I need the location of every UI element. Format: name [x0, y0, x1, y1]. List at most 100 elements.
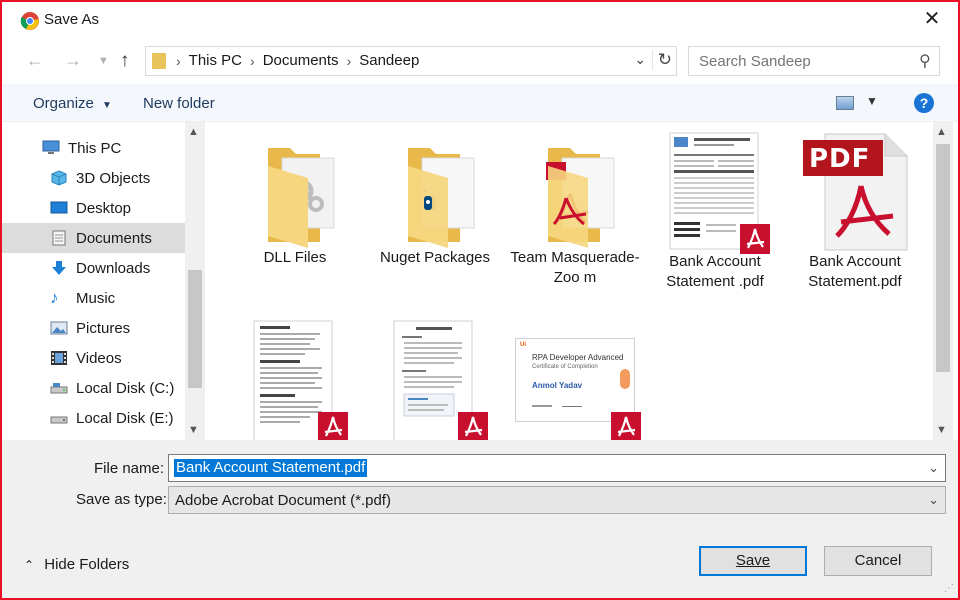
file-item[interactable]: Ui RPA Developer Advanced Certificate of… — [510, 320, 641, 440]
file-name: Bank Account Statement.pdf — [808, 253, 902, 290]
forward-arrow-icon[interactable]: → — [64, 50, 82, 71]
certificate-title: RPA Developer Advanced — [532, 353, 624, 362]
breadcrumb-documents[interactable]: Documents — [263, 52, 339, 69]
pdf-thumbnail — [248, 320, 348, 440]
pdf-file-icon: PDF — [797, 132, 913, 252]
file-list: DLL Files Nuget Packages Team Masquerade… — [207, 122, 933, 440]
sidebar-item-videos[interactable]: Videos — [2, 343, 185, 373]
save-type-select[interactable]: Adobe Acrobat Document (*.pdf) ⌄ — [168, 486, 946, 514]
documents-icon — [50, 230, 68, 246]
search-icon[interactable]: ⚲ — [919, 51, 931, 71]
desktop-icon — [50, 200, 68, 216]
file-name-value: Bank Account Statement.pdf — [174, 459, 368, 477]
breadcrumb: › This PC › Documents › Sandeep — [176, 52, 420, 69]
file-item[interactable] — [230, 320, 360, 440]
file-name: DLL Files — [263, 249, 327, 266]
pdf-badge-icon — [611, 412, 641, 440]
file-name-field[interactable]: Bank Account Statement.pdf ⌄ — [168, 454, 946, 482]
pdf-badge-icon — [458, 412, 488, 440]
sidebar-item-this-pc[interactable]: This PC — [2, 133, 185, 163]
up-arrow-icon[interactable]: ↑ — [120, 50, 130, 72]
breadcrumb-sandeep[interactable]: Sandeep — [359, 52, 419, 69]
chevron-down-icon[interactable]: ▼ — [98, 55, 109, 67]
breadcrumb-this-pc[interactable]: This PC — [189, 52, 242, 69]
nav-pane-scrollbar[interactable]: ▲ ▼ — [185, 122, 205, 440]
scrollbar-thumb[interactable] — [936, 144, 950, 372]
sidebar-item-documents[interactable]: Documents — [2, 223, 185, 253]
chevron-down-icon[interactable]: ⌄ — [928, 460, 939, 476]
scroll-up-icon[interactable]: ▲ — [936, 126, 947, 138]
file-item[interactable]: PDF Bank Account Statement.pdf — [790, 132, 920, 292]
help-icon[interactable]: ? — [914, 93, 934, 113]
pdf-icon-text: PDF — [809, 144, 871, 174]
sidebar-item-label: Downloads — [76, 259, 151, 277]
save-button-label: Save — [735, 552, 771, 569]
file-item[interactable]: Bank Account Statement .pdf — [650, 132, 780, 292]
back-arrow-icon[interactable]: ← — [26, 50, 44, 71]
save-as-dialog: Save As ✕ ← → ▼ ↑ › This PC › Documents … — [0, 0, 960, 600]
folder-icon — [530, 136, 620, 248]
sidebar-item-local-disk-c[interactable]: Local Disk (C:) — [2, 373, 185, 403]
folder-item[interactable]: Nuget Packages — [370, 136, 500, 268]
file-name: Nuget Packages — [379, 249, 491, 266]
sidebar-item-downloads[interactable]: Downloads — [2, 253, 185, 283]
sidebar-item-pictures[interactable]: Pictures — [2, 313, 185, 343]
navigation-bar: ← → ▼ ↑ › This PC › Documents › Sandeep … — [2, 38, 958, 82]
sidebar-item-desktop[interactable]: Desktop — [2, 193, 185, 223]
sidebar-item-label: Music — [76, 289, 116, 307]
file-name-label: File name: — [94, 460, 165, 477]
videos-icon — [50, 350, 68, 366]
search-box: ⚲ — [688, 46, 940, 76]
sidebar-item-label: Videos — [76, 349, 122, 367]
sidebar-item-label: Local Disk (E:) — [76, 409, 174, 427]
save-type-value: Adobe Acrobat Document (*.pdf) — [175, 492, 391, 509]
sidebar-item-music[interactable]: ♪ Music — [2, 283, 185, 313]
address-dropdown-icon[interactable]: ⌄ — [634, 51, 646, 68]
chevron-down-icon: ▼ — [102, 100, 112, 111]
file-name: Bank Account Statement .pdf — [666, 253, 764, 290]
save-form: File name: Bank Account Statement.pdf ⌄ … — [2, 440, 958, 598]
save-button[interactable]: Save — [699, 546, 807, 576]
view-options-chevron-icon[interactable]: ▼ — [866, 94, 878, 108]
file-list-scrollbar[interactable]: ▲ ▼ — [933, 122, 953, 440]
disk-icon — [50, 380, 68, 396]
address-bar[interactable]: › This PC › Documents › Sandeep ⌄ ↻ — [145, 46, 677, 76]
sidebar-item-label: Documents — [76, 229, 152, 247]
folder-icon — [152, 53, 166, 69]
pdf-thumbnail: Ui RPA Developer Advanced Certificate of… — [513, 320, 641, 440]
certificate-recipient: Anmol Yadav — [532, 381, 583, 390]
change-view-icon[interactable] — [836, 96, 854, 110]
sidebar-item-local-disk-e[interactable]: Local Disk (E:) — [2, 403, 185, 433]
certificate-preview: Ui RPA Developer Advanced Certificate of… — [515, 338, 635, 422]
refresh-icon[interactable]: ↻ — [651, 50, 672, 70]
chevron-down-icon[interactable]: ⌄ — [928, 492, 939, 508]
computer-icon — [42, 140, 60, 156]
scroll-up-icon[interactable]: ▲ — [188, 126, 199, 138]
sidebar-item-3d-objects[interactable]: 3D Objects — [2, 163, 185, 193]
navigation-pane: This PC 3D Objects Desktop Documents Dow… — [2, 122, 207, 440]
resize-grip-icon[interactable]: ⋰ — [944, 583, 954, 594]
folder-item[interactable]: Team Masquerade-Zoo m — [510, 136, 640, 288]
sidebar-item-label: Pictures — [76, 319, 131, 337]
scrollbar-thumb[interactable] — [188, 270, 202, 388]
hide-folders-button[interactable]: ⌃ Hide Folders — [24, 556, 129, 573]
window-title: Save As — [44, 11, 100, 28]
chrome-icon — [20, 11, 40, 31]
organize-button[interactable]: Organize ▼ — [33, 95, 112, 112]
sidebar-item-label: Local Disk (C:) — [76, 379, 175, 397]
search-input[interactable] — [697, 51, 897, 71]
cube-icon — [50, 170, 68, 186]
sidebar-item-label: 3D Objects — [76, 169, 151, 187]
scroll-down-icon[interactable]: ▼ — [188, 424, 199, 436]
title-bar: Save As ✕ — [2, 2, 958, 38]
folder-item[interactable]: DLL Files — [230, 136, 360, 268]
folder-icon — [390, 136, 480, 248]
cancel-button[interactable]: Cancel — [824, 546, 932, 576]
disk-icon — [50, 410, 68, 426]
scroll-down-icon[interactable]: ▼ — [936, 424, 947, 436]
chevron-up-icon: ⌃ — [24, 558, 35, 572]
file-item[interactable] — [370, 320, 500, 440]
music-icon: ♪ — [50, 288, 59, 307]
new-folder-button[interactable]: New folder — [143, 95, 215, 112]
close-icon[interactable]: ✕ — [920, 8, 944, 32]
